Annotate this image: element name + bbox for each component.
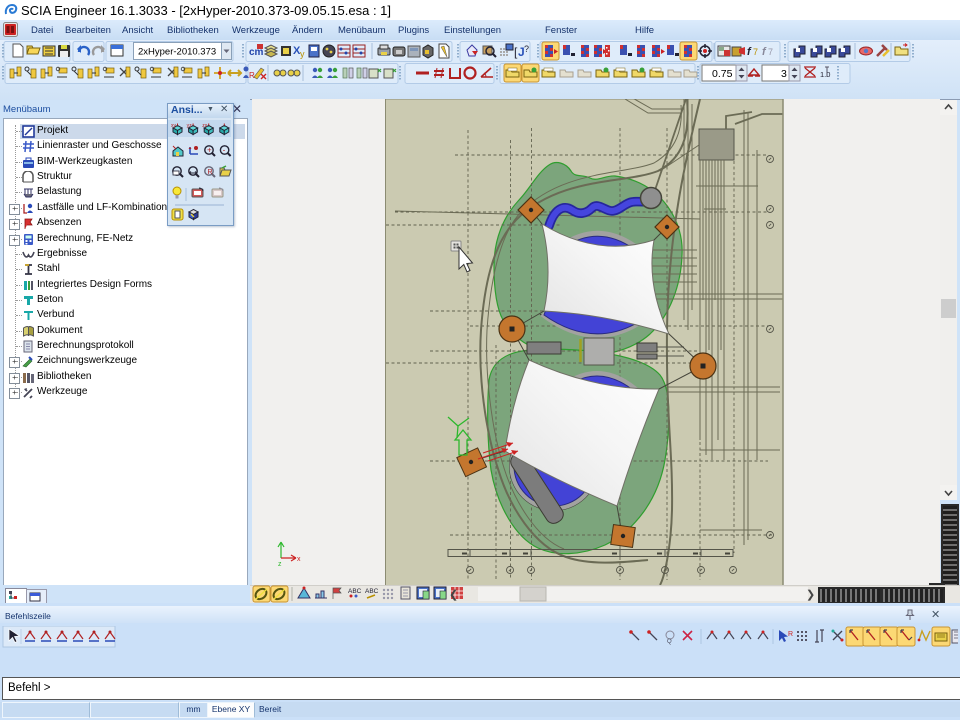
svg-text:7: 7 xyxy=(768,47,773,57)
svg-text:xy: xy xyxy=(171,123,177,129)
svg-text:2xHyper-2010.373: 2xHyper-2010.373 xyxy=(138,47,216,58)
svg-text:z: z xyxy=(278,561,282,568)
svg-text:x: x xyxy=(297,556,301,563)
svg-text:❯: ❯ xyxy=(806,589,815,601)
svg-text:ABC: ABC xyxy=(365,588,379,595)
svg-text:-: - xyxy=(223,146,226,155)
svg-text:3: 3 xyxy=(781,68,787,80)
svg-text:ABC: ABC xyxy=(348,588,362,595)
svg-text:❮: ❮ xyxy=(449,589,458,601)
svg-text:zx: zx xyxy=(202,123,208,129)
svg-text:y: y xyxy=(300,49,305,59)
svg-text:R: R xyxy=(249,71,255,80)
svg-text:+: + xyxy=(207,146,212,155)
svg-text:Q: Q xyxy=(667,639,672,645)
svg-text:R: R xyxy=(788,631,793,638)
svg-text:?: ? xyxy=(524,44,529,54)
svg-text:0.75: 0.75 xyxy=(712,68,733,80)
svg-text:yz: yz xyxy=(187,123,193,129)
svg-text:1.0: 1.0 xyxy=(820,70,830,79)
svg-text:7: 7 xyxy=(753,47,758,57)
